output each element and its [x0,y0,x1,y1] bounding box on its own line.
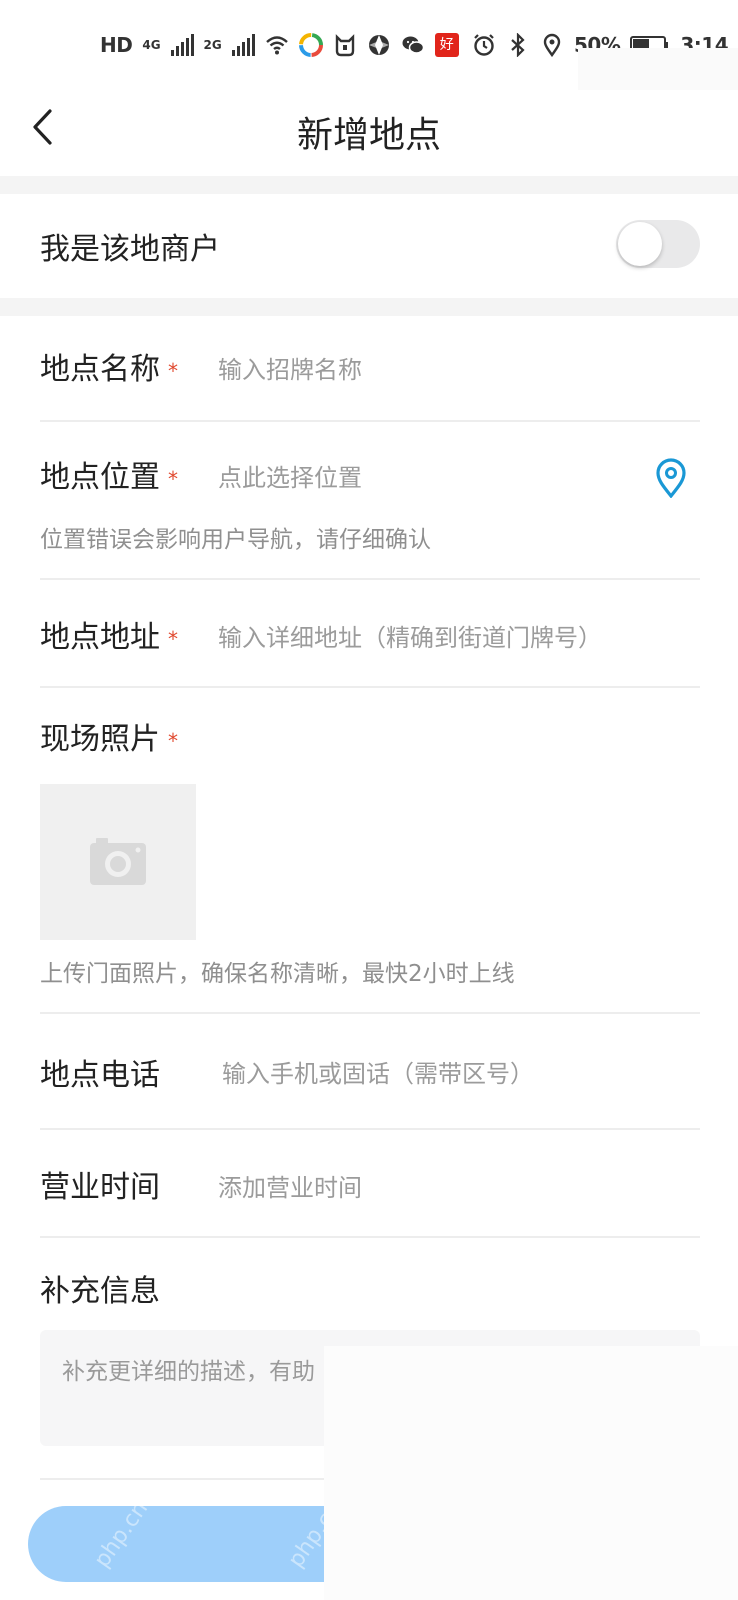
business-hours-field[interactable]: 营业时间 添加营业时间 [40,1162,700,1206]
camera-icon [90,838,146,885]
place-position-field[interactable]: 地点位置 * 点此选择位置 位置错误会影响用户导航，请仔细确认 [40,452,700,562]
signal-icon-2 [231,34,255,56]
place-name-field[interactable]: 地点名称 * 输入招牌名称 [40,344,700,388]
required-mark: * [168,466,178,491]
wechat-icon [402,36,424,54]
toggle-knob [618,222,662,266]
place-position-input[interactable]: 点此选择位置 [218,458,362,493]
merchant-toggle[interactable] [616,220,700,268]
alarm-icon [474,34,494,56]
business-hours-label: 营业时间 [40,1170,160,1205]
place-name-input[interactable]: 输入招牌名称 [218,350,362,385]
required-mark: * [168,358,178,383]
divider [40,1012,700,1014]
network-type-2: 2G [203,38,222,52]
supplement-label: 补充信息 [40,1274,160,1309]
place-phone-label: 地点电话 [40,1058,160,1093]
supplement-placeholder: 补充更详细的描述，有助 [62,1359,315,1385]
app-icon [298,33,323,57]
required-mark: * [168,626,178,651]
wifi-icon [265,36,288,55]
site-photo-field: 现场照片 * 上传门面照片，确保名称清晰，最快2小时上线 [40,714,700,994]
place-address-field[interactable]: 地点地址 * 输入详细地址（精确到街道门牌号） [40,612,700,656]
place-position-label: 地点位置 * [40,460,178,495]
network-type-1: 4G [142,38,161,52]
required-mark: * [168,728,178,753]
hd-icon: HD [100,33,133,57]
status-left: HD 4G 2G 好 [100,30,459,60]
watermark: php.cn [89,1496,154,1573]
aperture-icon [368,35,389,55]
section-gap-2 [0,298,738,316]
business-hours-input[interactable]: 添加营业时间 [218,1168,362,1203]
site-photo-label: 现场照片 * [40,722,178,757]
merchant-row: 我是该地商户 [0,194,738,298]
photo-upload-button[interactable] [40,784,196,940]
nav-header: 新增地点 [0,90,738,176]
bluetooth-icon [511,33,525,57]
place-phone-field[interactable]: 地点电话 输入手机或固话（需带区号） [40,1050,700,1094]
site-photo-hint: 上传门面照片，确保名称清晰，最快2小时上线 [40,961,515,987]
place-position-hint: 位置错误会影响用户导航，请仔细确认 [40,527,431,553]
divider [40,1128,700,1130]
location-icon [543,33,561,57]
place-address-label: 地点地址 * [40,620,178,655]
merchant-label: 我是该地商户 [40,232,220,267]
signal-icon [170,34,194,56]
status-bar: HD 4G 2G 好 50% 3:14 [0,0,738,110]
place-name-label: 地点名称 * [40,352,178,387]
divider [40,420,700,422]
page-title: 新增地点 [296,115,441,156]
location-pin-icon[interactable] [654,458,688,498]
section-gap [0,176,738,194]
divider [40,578,700,580]
image-cover-overlay [324,1346,738,1600]
place-phone-input[interactable]: 输入手机或固话（需带区号） [222,1054,534,1089]
divider [40,686,700,688]
shopping-app-icon: 好 [434,33,459,57]
cat-app-icon [335,34,354,57]
place-address-input[interactable]: 输入详细地址（精确到街道门牌号） [218,618,602,653]
divider [40,1236,700,1238]
supplement-field: 补充信息 [40,1266,700,1310]
